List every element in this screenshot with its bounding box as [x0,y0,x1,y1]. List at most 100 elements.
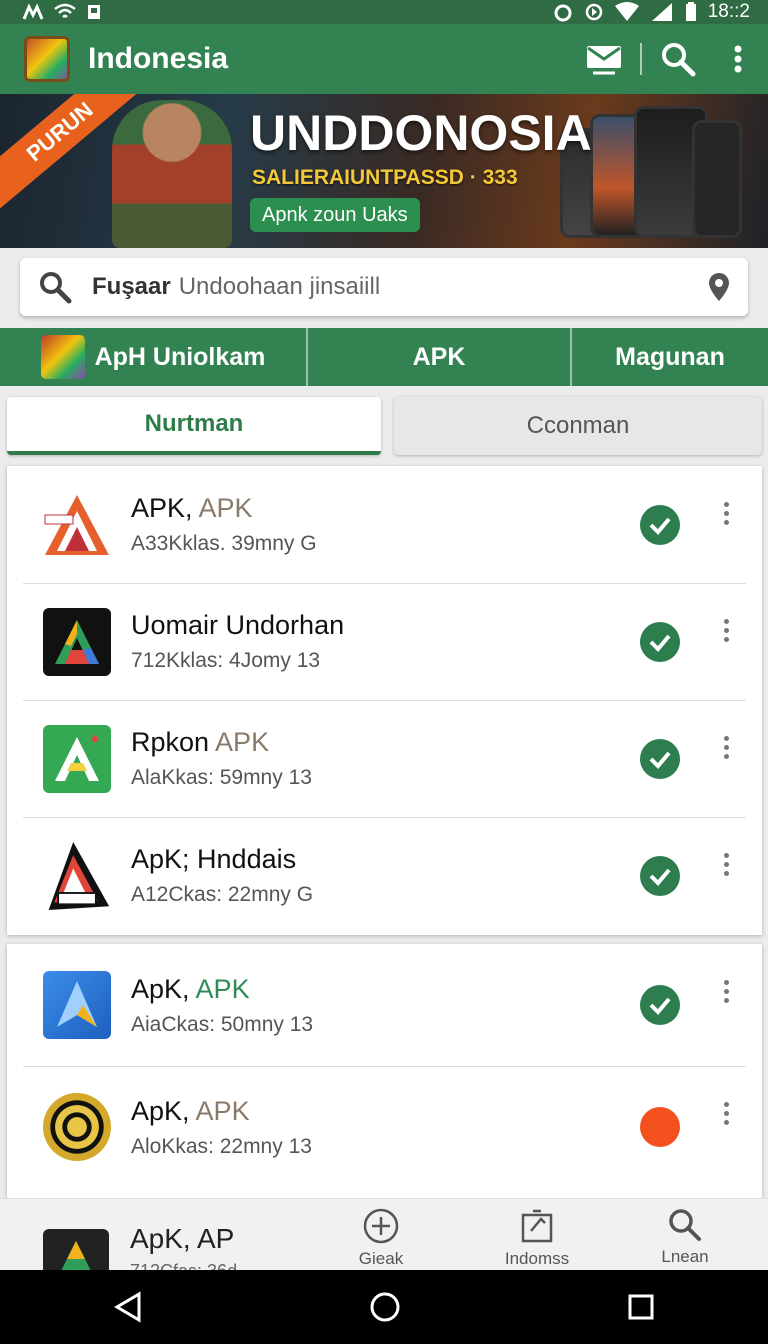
banner-phone-4 [692,120,742,238]
app-name-extra: APK [215,727,270,757]
app-name-main: ApK, [131,973,190,1004]
search-bar[interactable]: Fuşaar Undoohaan jinsaiill [20,258,748,316]
app-name-main: Uomair Undorhan [131,610,345,640]
list-item[interactable]: ApK; Hnddais A12Ckas: 22mny G [7,817,762,934]
installed-status [640,985,680,1025]
app-list-card: ApK, APK AiaCkas: 50mny 13 ApK, APK AloKka… [7,944,762,1198]
item-menu-button[interactable] [716,619,736,642]
clock: 18::2 [707,1,750,22]
category-tab-2[interactable]: APK [308,328,572,386]
check-icon [649,997,671,1015]
check-icon [649,634,671,652]
category-tab-label: Magunan [615,342,725,371]
app-icon [43,841,111,910]
app-text: Rpkon APK AlaKkas: 59mny 13 [131,727,640,790]
nav-label: Lnean [661,1247,709,1266]
check-icon [649,751,671,769]
nav-item-indomss[interactable]: Indomss [482,1207,592,1269]
list-item[interactable]: ApK, APK AloKkas: 22mny 13 [7,1066,762,1188]
app-text: Uomair Undorhan 712Kklas: 4Jomy 13 [131,610,640,673]
alarm-icon [554,4,572,22]
app-title: Indonesia [88,42,229,75]
item-menu-button[interactable] [716,502,736,525]
cell-signal-icon [651,3,672,21]
mail-icon [587,46,621,75]
app-screen: 18::2 Indonesia PURUN UNDDONOSIA SALIERA… [0,0,768,1344]
item-menu-button[interactable] [716,853,736,876]
app-meta: A12Ckas: 22mny G [131,883,314,906]
search-icon [662,43,696,77]
segment-tab-active[interactable]: Nurtman [7,397,381,455]
search-query[interactable]: Fuşaar [92,273,171,301]
nav-label: Indomss [504,1249,570,1268]
sim-icon [88,5,100,19]
inbox-button[interactable] [574,24,634,94]
search-button[interactable] [648,24,708,94]
banner-hero-image [112,100,232,248]
edit-box-icon [521,1209,553,1243]
letter-a-app-icon [55,619,99,664]
category-tabs: ApH Uniolkam APK Magunan [0,328,768,386]
battery-icon [685,2,696,21]
app-name: APK, APK [131,493,640,524]
back-icon[interactable] [113,1291,143,1323]
pending-status [640,1107,680,1147]
list-item[interactable]: Rpkon APK AlaKkas: 59mny 13 [7,700,762,817]
item-menu-button[interactable] [716,736,736,759]
notification-icon [22,3,44,20]
nav-item-lnean[interactable]: Lnean [630,1207,740,1267]
arrow-app-icon [57,981,97,1027]
category-tab-3[interactable]: Magunan [572,328,768,386]
nav-label: Gieak [358,1249,404,1268]
wifi-signal-icon [614,2,639,21]
app-name-main: ApK; Hnddais [131,844,297,874]
category-logo [40,335,85,379]
app-meta: AiaCkas: 50mny 13 [131,1012,314,1036]
app-name-extra: APK [198,493,253,523]
status-right: 18::2 [552,1,750,23]
nav-item-gieak[interactable]: Gieak [326,1207,436,1269]
peek-app-name: ApK, AP [130,1223,235,1254]
item-menu-button[interactable] [716,1102,736,1125]
installed-status [640,621,680,662]
app-icon [43,491,111,559]
list-item[interactable]: APK, APK A33Kklas. 39mny G [7,466,762,583]
check-icon [649,517,671,535]
location-pin-icon[interactable] [708,272,730,302]
list-item[interactable]: ApK, APK AiaCkas: 50mny 13 [7,944,762,1066]
app-logo[interactable] [24,36,70,82]
app-name: Rpkon APK [131,727,640,758]
app-icon [43,971,111,1039]
app-name-extra: APK [195,973,250,1004]
home-icon[interactable] [369,1291,401,1323]
app-text: ApK; Hnddais A12Ckas: 22mny G [131,844,640,907]
status-bar: 18::2 [0,0,768,24]
app-name-extra: APK [195,1095,250,1126]
search-icon [40,272,72,304]
app-icon [43,1093,111,1161]
banner-cta-button[interactable]: Apnk zoun Uaks [250,198,420,232]
app-bar: Indonesia [0,24,768,94]
app-name: ApK, APK [131,974,640,1005]
more-vert-icon [734,45,742,73]
add-circle-icon [363,1208,399,1244]
app-meta: AlaKkas: 59mny 13 [131,766,312,789]
overflow-menu-button[interactable] [708,24,768,94]
app-icon [43,724,111,793]
app-icon [43,607,111,676]
app-text: APK, APK A33Kklas. 39mny G [131,493,640,556]
search-input[interactable]: Undoohaan jinsaiill [179,273,708,301]
list-item[interactable]: Uomair Undorhan 712Kklas: 4Jomy 13 [7,583,762,700]
app-name-main: Rpkon [131,727,210,757]
app-text: ApK, APK AloKkas: 22mny 13 [131,1096,640,1159]
app-name: Uomair Undorhan [131,610,640,641]
segment-tab-inactive[interactable]: Cconman [394,397,762,455]
letter-a-app-icon [55,734,99,781]
recents-icon[interactable] [627,1293,655,1321]
wifi-icon [54,3,76,18]
triangle-app-icon [44,494,109,555]
item-menu-button[interactable] [716,980,736,1003]
peek-app-icon [43,1229,109,1271]
category-tab-1[interactable]: ApH Uniolkam [0,328,308,386]
search-field-icon-wrap [38,270,78,304]
